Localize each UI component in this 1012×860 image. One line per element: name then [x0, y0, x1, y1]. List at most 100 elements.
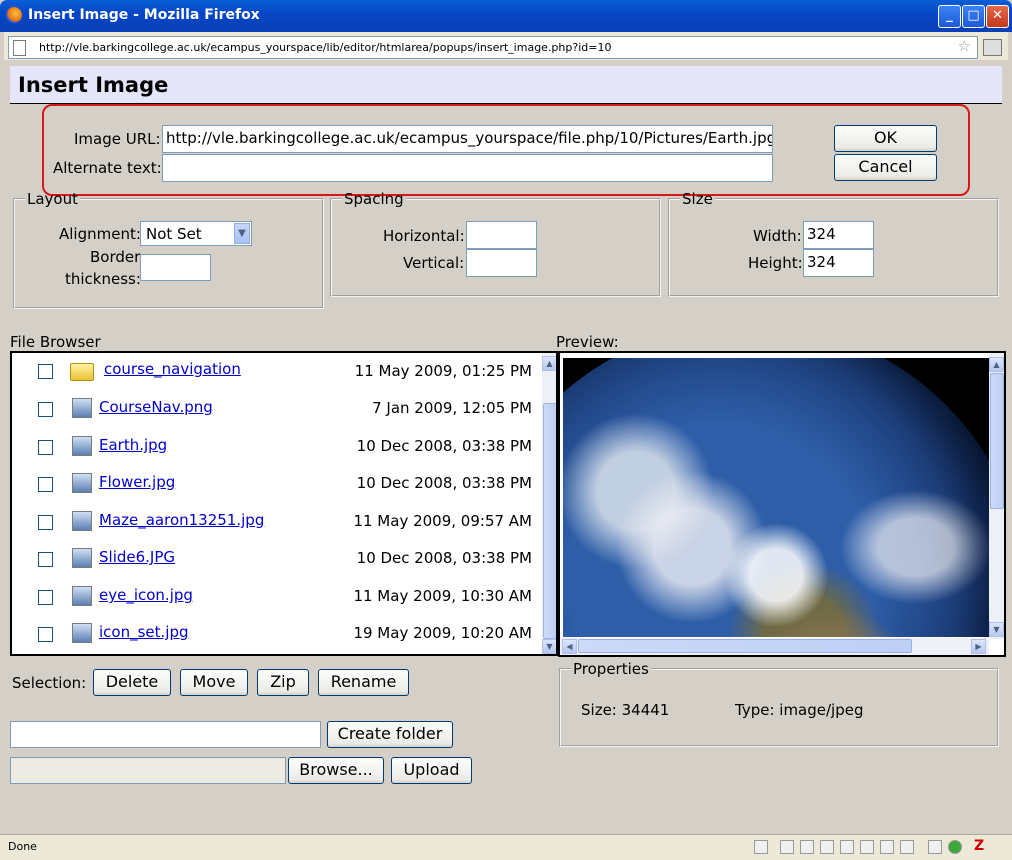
select-checkbox[interactable] [38, 364, 53, 379]
rename-button[interactable]: Rename [318, 669, 409, 696]
graph-icon[interactable] [900, 840, 914, 854]
select-checkbox[interactable] [38, 515, 53, 530]
tools-icon[interactable] [928, 840, 942, 854]
file-date: 19 May 2009, 10:20 AM [353, 624, 532, 642]
select-checkbox[interactable] [38, 590, 53, 605]
file-name-link[interactable]: CourseNav.png [99, 398, 213, 416]
scroll-down-icon[interactable]: ▼ [542, 639, 556, 654]
maximize-button[interactable]: □ [962, 5, 985, 28]
list-item[interactable]: eye_icon.jpg 11 May 2009, 10:30 AM [12, 578, 542, 615]
width-input[interactable]: 324 [803, 221, 874, 249]
zotero-icon[interactable]: Z [974, 839, 988, 854]
file-type-text: Type: image/jpeg [735, 701, 864, 719]
folder-icon [70, 363, 94, 381]
earth-image [563, 358, 989, 637]
image-file-icon [72, 548, 92, 568]
list-item[interactable]: icon_set.jpg 19 May 2009, 10:20 AM [12, 615, 542, 652]
list-item[interactable]: course_navigation 11 May 2009, 01:25 PM [12, 353, 542, 390]
scroll-up-icon[interactable]: ▲ [542, 356, 556, 371]
upload-file-field[interactable] [10, 757, 286, 784]
file-browser-label: File Browser [10, 333, 101, 351]
properties-legend: Properties [573, 660, 649, 678]
image-url-input[interactable]: http://vle.barkingcollege.ac.uk/ecampus_… [162, 125, 773, 153]
address-bar: http://vle.barkingcollege.ac.uk/ecampus_… [4, 32, 1008, 60]
chevron-down-icon[interactable]: ▼ [234, 223, 250, 244]
file-browser-list[interactable]: course_navigation 11 May 2009, 01:25 PM … [10, 351, 558, 656]
file-name-link[interactable]: Flower.jpg [99, 473, 175, 491]
scroll-thumb[interactable] [990, 373, 1004, 509]
mail-icon[interactable] [880, 840, 894, 854]
select-checkbox[interactable] [38, 477, 53, 492]
horizontal-spacing-input[interactable] [466, 221, 537, 249]
ok-button[interactable]: OK [834, 125, 937, 152]
image-url-label: Image URL: [74, 130, 161, 148]
list-item[interactable]: CourseNav.png 7 Jan 2009, 12:05 PM [12, 390, 542, 427]
file-date: 10 Dec 2008, 03:38 PM [356, 437, 532, 455]
list-item[interactable]: Slide6.JPG 10 Dec 2008, 03:38 PM [12, 540, 542, 577]
image-file-icon [72, 473, 92, 493]
height-input[interactable]: 324 [803, 249, 874, 277]
minimize-button[interactable]: _ [938, 5, 961, 28]
cancel-button[interactable]: Cancel [834, 154, 937, 181]
scroll-thumb[interactable] [578, 639, 912, 653]
folder-name-input[interactable] [10, 721, 321, 748]
file-name-link[interactable]: icon_set.jpg [99, 623, 189, 641]
preview-horizontal-scrollbar[interactable]: ◀ ▶ [560, 638, 989, 655]
list-item[interactable]: Flower.jpg 10 Dec 2008, 03:38 PM [12, 465, 542, 502]
file-name-link[interactable]: course_navigation [104, 360, 241, 378]
alignment-value: Not Set [146, 225, 202, 243]
page-info-icon[interactable] [754, 840, 768, 854]
firefox-icon [6, 7, 22, 23]
browse-button[interactable]: Browse... [288, 757, 384, 784]
url-field[interactable]: http://vle.barkingcollege.ac.uk/ecampus_… [8, 36, 978, 59]
scroll-thumb[interactable] [543, 403, 556, 639]
window-restore-icon[interactable] [983, 39, 1002, 56]
vertical-spacing-input[interactable] [466, 249, 537, 277]
status-ok-icon[interactable] [948, 840, 962, 854]
layout-legend: Layout [27, 190, 78, 208]
page-title: Insert Image [18, 73, 169, 97]
zip-button[interactable]: Zip [257, 669, 309, 696]
bookmark-star-icon[interactable]: ☆ [958, 37, 971, 55]
select-checkbox[interactable] [38, 440, 53, 455]
dialog-header: Insert Image [10, 66, 1002, 104]
image-file-icon [72, 586, 92, 606]
preview-vertical-scrollbar[interactable]: ▲ ▼ [989, 353, 1004, 639]
refresh-icon[interactable] [860, 840, 874, 854]
url-text: http://vle.barkingcollege.ac.uk/ecampus_… [39, 41, 612, 54]
image-file-icon [72, 436, 92, 456]
alt-text-input[interactable] [162, 154, 773, 182]
edit-icon[interactable] [780, 840, 794, 854]
file-list-scrollbar[interactable]: ▲ ▼ [542, 353, 556, 654]
preview-label: Preview: [556, 333, 619, 351]
upload-button[interactable]: Upload [391, 757, 472, 784]
file-date: 10 Dec 2008, 03:38 PM [356, 474, 532, 492]
preview-pane[interactable]: ▲ ▼ ◀ ▶ [558, 351, 1006, 657]
file-name-link[interactable]: Slide6.JPG [99, 548, 175, 566]
globe-icon[interactable] [800, 840, 814, 854]
create-folder-button[interactable]: Create folder [327, 721, 453, 748]
file-name-link[interactable]: Earth.jpg [99, 436, 167, 454]
window-title-bar[interactable]: Insert Image - Mozilla Firefox _ □ ✕ [0, 0, 1012, 32]
file-name-link[interactable]: eye_icon.jpg [99, 586, 193, 604]
move-button[interactable]: Move [180, 669, 248, 696]
border-thickness-input[interactable] [140, 254, 211, 281]
page-icon [13, 40, 26, 56]
scroll-left-icon[interactable]: ◀ [562, 639, 577, 654]
select-checkbox[interactable] [38, 402, 53, 417]
file-size-text: Size: 34441 [581, 701, 670, 719]
file-name-link[interactable]: Maze_aaron13251.jpg [99, 511, 264, 529]
print-icon[interactable] [840, 840, 854, 854]
list-item[interactable]: Maze_aaron13251.jpg 11 May 2009, 09:57 A… [12, 503, 542, 540]
select-checkbox[interactable] [38, 552, 53, 567]
list-item[interactable]: Earth.jpg 10 Dec 2008, 03:38 PM [12, 428, 542, 465]
scroll-right-icon[interactable]: ▶ [971, 639, 986, 654]
scroll-down-icon[interactable]: ▼ [989, 622, 1004, 637]
delete-button[interactable]: Delete [93, 669, 171, 696]
save-icon[interactable] [820, 840, 834, 854]
alignment-select[interactable]: Not Set ▼ [140, 221, 252, 246]
close-button[interactable]: ✕ [986, 5, 1009, 28]
select-checkbox[interactable] [38, 627, 53, 642]
alignment-label: Alignment: [59, 225, 141, 243]
scroll-up-icon[interactable]: ▲ [989, 357, 1004, 372]
